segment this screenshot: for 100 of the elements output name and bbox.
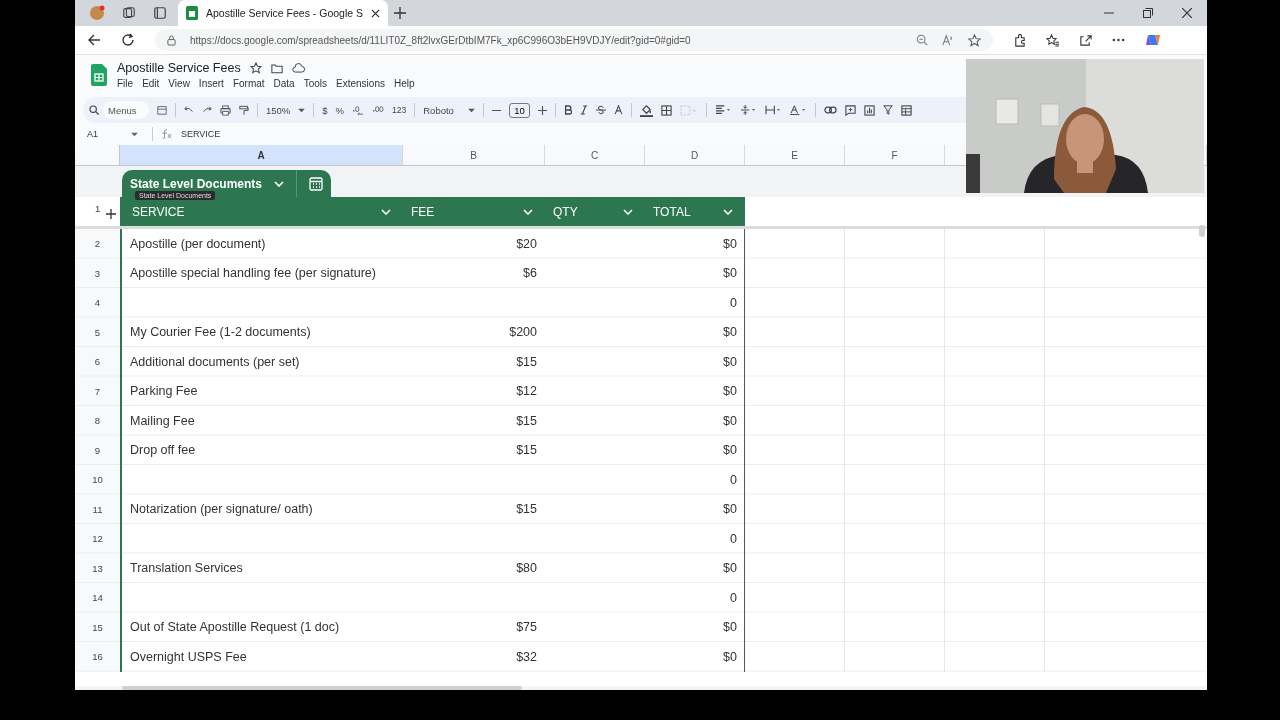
chevron-down-icon[interactable]	[381, 208, 391, 215]
read-aloud-icon[interactable]	[942, 34, 954, 46]
row-number: 16	[91, 650, 104, 665]
calendar-icon[interactable]	[157, 105, 167, 115]
redo-icon[interactable]	[202, 105, 212, 115]
scrollbar[interactable]	[1199, 225, 1205, 237]
borders-icon[interactable]	[660, 104, 672, 116]
calculator-icon[interactable]	[309, 176, 324, 191]
link-icon[interactable]	[823, 106, 837, 114]
restore-icon[interactable]	[1143, 8, 1153, 18]
menu-item[interactable]: Edit	[142, 78, 160, 89]
plus-icon[interactable]	[537, 105, 547, 115]
text-rotation-icon[interactable]	[789, 105, 807, 115]
column-header-cell[interactable]: TOTAL	[645, 197, 745, 226]
percent-format-button[interactable]: %	[335, 104, 345, 116]
text-color-icon[interactable]	[613, 105, 623, 115]
table-cell: $0	[723, 325, 737, 340]
increase-decimal-icon[interactable]	[372, 105, 385, 115]
cloud-icon[interactable]	[291, 63, 305, 73]
row-number: 12	[91, 532, 104, 547]
column-title: TOTAL	[653, 204, 691, 219]
undo-icon[interactable]	[184, 105, 194, 115]
tab-actions-icon[interactable]	[153, 6, 167, 20]
chevron-down-icon[interactable]	[723, 208, 733, 215]
number-format-button[interactable]: 123	[392, 105, 407, 115]
fill-color-icon[interactable]	[639, 103, 653, 117]
menu-item[interactable]: View	[168, 78, 190, 89]
zoom-out-icon[interactable]	[916, 34, 928, 46]
menu-item[interactable]: Insert	[198, 78, 224, 89]
align-left-icon[interactable]	[714, 105, 732, 115]
scrollbar[interactable]	[122, 686, 522, 690]
text-wrap-icon[interactable]	[764, 105, 782, 115]
address-bar[interactable]: https://docs.google.com/spreadsheets/d/11LIT0Z_8ft2lvxGErDtbIM7Fk_xp6C996O3bEH9VDJY/edit?gid=0#gid=0	[155, 29, 993, 51]
table-cell: Parking Fee	[130, 384, 198, 399]
table-cell: Drop off fee	[130, 443, 196, 458]
back-icon[interactable]	[87, 33, 101, 47]
paint-format-icon[interactable]	[239, 104, 249, 116]
function-icon	[161, 129, 173, 139]
row-number: 15	[91, 620, 104, 635]
table-name[interactable]: State Level Documents	[130, 176, 263, 191]
table-cell: Apostille (per document)	[130, 236, 266, 251]
strikethrough-icon[interactable]	[595, 105, 606, 115]
close-icon[interactable]	[371, 8, 380, 18]
more-icon[interactable]	[1112, 38, 1125, 42]
star-icon[interactable]	[968, 33, 981, 47]
folder-icon[interactable]	[270, 62, 283, 74]
menu-item[interactable]: Format	[232, 78, 265, 89]
row-number: 3	[93, 266, 102, 281]
column-header-cell[interactable]: QTY	[545, 197, 645, 226]
copilot-icon[interactable]	[1145, 32, 1161, 48]
new-tab-icon[interactable]	[394, 7, 406, 19]
column-header[interactable]: F	[845, 145, 945, 165]
chevron-down-icon[interactable]	[274, 180, 285, 187]
merge-cells-icon[interactable]	[679, 104, 698, 116]
chart-icon[interactable]	[863, 104, 875, 116]
reload-icon[interactable]	[121, 33, 135, 47]
zoom-dropdown[interactable]: 150%	[266, 104, 306, 116]
share-icon[interactable]	[1079, 33, 1092, 47]
column-header[interactable]: A	[120, 145, 403, 165]
comment-icon[interactable]	[844, 104, 856, 116]
favorites-icon[interactable]	[1046, 33, 1059, 47]
column-header[interactable]: E	[745, 145, 845, 165]
caret-icon[interactable]	[131, 131, 138, 137]
italic-icon[interactable]	[579, 105, 588, 115]
column-title: QTY	[553, 204, 578, 219]
browser-tab[interactable]: Apostille Service Fees - Google S	[178, 0, 388, 26]
collections-icon[interactable]	[122, 6, 136, 20]
print-icon[interactable]	[220, 104, 231, 116]
currency-format-button[interactable]: $	[322, 104, 328, 116]
column-header[interactable]: D	[645, 145, 745, 165]
menu-item[interactable]: File	[117, 78, 134, 89]
add-icon[interactable]	[106, 209, 117, 219]
extensions-icon[interactable]	[1013, 33, 1026, 47]
profile-icon[interactable]	[89, 5, 105, 21]
font-size-field[interactable]: 10	[509, 102, 530, 118]
star-icon[interactable]	[249, 62, 262, 74]
sheets-logo-icon[interactable]	[91, 64, 107, 86]
decrease-decimal-icon[interactable]	[352, 105, 365, 115]
chevron-down-icon[interactable]	[523, 208, 533, 215]
table-cell: $0	[723, 502, 737, 517]
document-title[interactable]: Apostille Service Fees	[117, 61, 241, 75]
row-number: 11	[91, 502, 104, 517]
menu-item[interactable]: Data	[273, 78, 295, 89]
chevron-down-icon[interactable]	[623, 208, 633, 215]
menu-item[interactable]: Extensions	[336, 78, 385, 89]
font-dropdown[interactable]: Roboto	[423, 104, 476, 116]
close-icon[interactable]	[1182, 8, 1192, 18]
table-icon[interactable]	[900, 104, 912, 116]
column-header[interactable]: B	[403, 145, 545, 165]
filter-icon[interactable]	[882, 105, 893, 115]
column-header-cell[interactable]: SERVICE	[120, 197, 403, 226]
menu-item[interactable]: Help	[393, 78, 415, 89]
column-header-cell[interactable]: FEE	[403, 197, 545, 226]
name-box[interactable]: A1	[87, 129, 123, 139]
menu-item[interactable]: Tools	[303, 78, 328, 89]
formula-field[interactable]: SERVICE	[181, 129, 221, 139]
bold-icon[interactable]	[563, 105, 572, 115]
column-header[interactable]: C	[545, 145, 645, 165]
menu-search-field[interactable]: Menus	[103, 101, 149, 119]
vertical-align-icon[interactable]	[739, 105, 757, 115]
